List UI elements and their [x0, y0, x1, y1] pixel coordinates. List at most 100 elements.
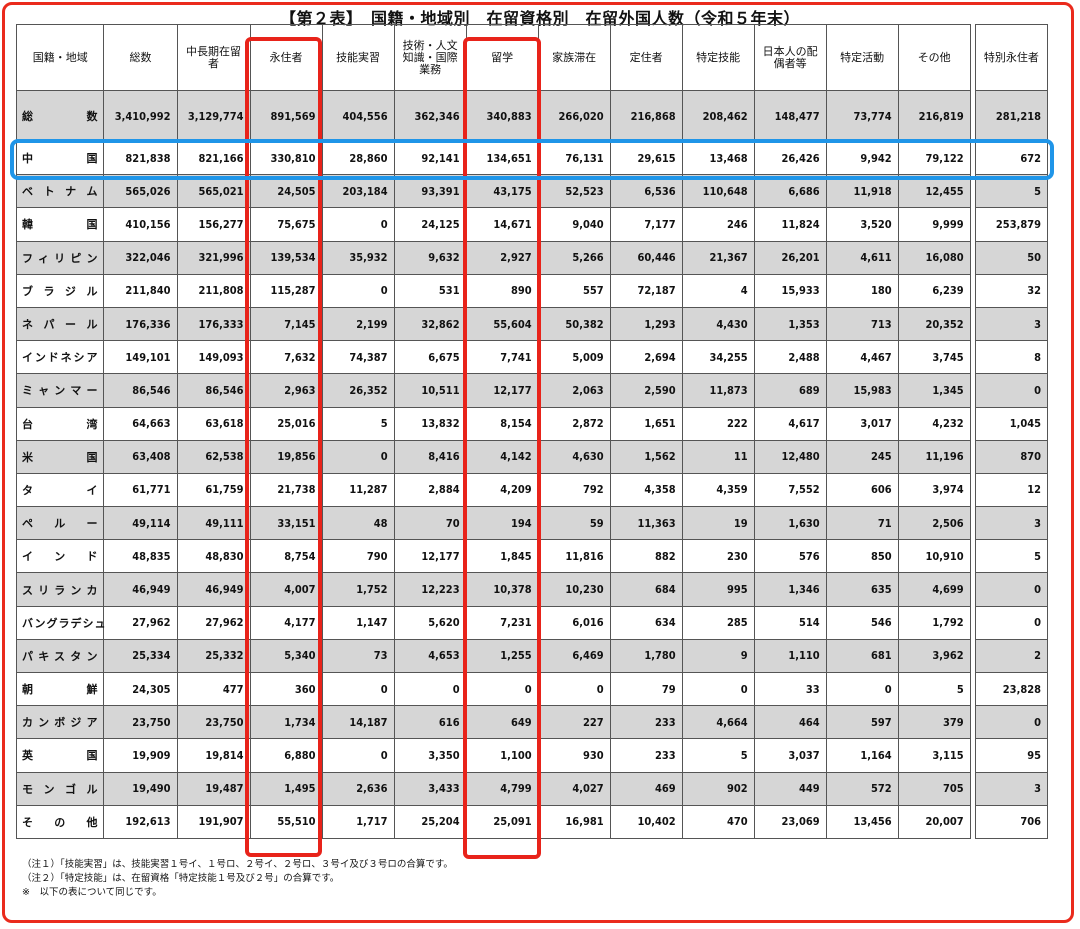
value-cell: 2,636: [321, 771, 395, 806]
value-cell: 71: [825, 506, 899, 541]
value-cell: 74,387: [321, 340, 395, 375]
value-cell: 253,879: [974, 207, 1049, 242]
value-cell: 216,819: [897, 90, 971, 142]
header-midlong: 中長期在留者: [176, 24, 251, 91]
value-cell: 4,699: [897, 572, 971, 607]
value-cell: 7,177: [609, 207, 683, 242]
china-row-highlight: [10, 139, 1054, 180]
value-cell: 0: [321, 207, 395, 242]
value-cell: 63,408: [103, 439, 178, 474]
value-cell: 15,983: [825, 373, 899, 408]
value-cell: 850: [825, 539, 899, 574]
header-engineer: 技術・人文知識・国際業務: [393, 24, 467, 91]
value-cell: 70: [393, 506, 467, 541]
value-cell: 281,218: [974, 90, 1049, 142]
value-cell: 322,046: [103, 240, 178, 275]
value-cell: 63,618: [176, 406, 251, 441]
value-cell: 27,962: [176, 605, 251, 640]
value-cell: 3,974: [897, 472, 971, 508]
value-cell: 3: [974, 771, 1049, 806]
value-cell: 50: [974, 240, 1049, 275]
header-designated: 特定活動: [825, 24, 899, 91]
value-cell: 35,932: [321, 240, 395, 275]
value-cell: 245: [825, 439, 899, 474]
value-cell: 3,129,774: [176, 90, 251, 142]
value-cell: 62,538: [176, 439, 251, 474]
region-name-cell: 朝鮮: [15, 671, 105, 707]
value-cell: 4,617: [753, 406, 827, 441]
value-cell: 684: [609, 572, 683, 607]
header-spouse: 日本人の配偶者等: [753, 24, 827, 91]
value-cell: 321,996: [176, 240, 251, 275]
value-cell: 5: [897, 671, 971, 707]
value-cell: 470: [681, 804, 755, 839]
region-name-cell: カンボジア: [15, 705, 105, 740]
header-other: その他: [897, 24, 971, 91]
value-cell: 635: [825, 572, 899, 607]
value-cell: 6,675: [393, 340, 467, 375]
value-cell: 7,552: [753, 472, 827, 508]
value-cell: 59: [537, 506, 611, 541]
value-cell: 1,045: [974, 406, 1049, 441]
value-cell: 1,630: [753, 506, 827, 541]
value-cell: 23,069: [753, 804, 827, 839]
region-name-cell: フィリピン: [15, 240, 105, 275]
value-cell: 149,101: [103, 340, 178, 375]
value-cell: 0: [321, 439, 395, 474]
value-cell: 930: [537, 738, 611, 773]
header-region: 国籍・地域: [15, 24, 105, 91]
value-cell: 2,506: [897, 506, 971, 541]
value-cell: 4,611: [825, 240, 899, 275]
value-cell: 13,832: [393, 406, 467, 441]
value-cell: 706: [974, 804, 1049, 839]
value-cell: 4,358: [609, 472, 683, 508]
value-cell: 2,488: [753, 340, 827, 375]
value-cell: 531: [393, 273, 467, 308]
value-cell: 4,467: [825, 340, 899, 375]
value-cell: 4,664: [681, 705, 755, 740]
value-cell: 15,933: [753, 273, 827, 308]
region-name-cell: その他: [15, 804, 105, 839]
value-cell: 410,156: [103, 207, 178, 242]
value-cell: 1,345: [897, 373, 971, 408]
value-cell: 6,016: [537, 605, 611, 640]
value-cell: 9,999: [897, 207, 971, 242]
value-cell: 180: [825, 273, 899, 308]
value-cell: 285: [681, 605, 755, 640]
value-cell: 882: [609, 539, 683, 574]
value-cell: 46,949: [176, 572, 251, 607]
value-cell: 379: [897, 705, 971, 740]
value-cell: 2,872: [537, 406, 611, 441]
value-cell: 0: [321, 671, 395, 707]
value-cell: 0: [321, 738, 395, 773]
value-cell: 634: [609, 605, 683, 640]
value-cell: 12,223: [393, 572, 467, 607]
value-cell: 86,546: [176, 373, 251, 408]
value-cell: 0: [974, 572, 1049, 607]
region-name-cell: 韓国: [15, 207, 105, 242]
value-cell: 5,009: [537, 340, 611, 375]
value-cell: 0: [537, 671, 611, 707]
value-cell: 23,828: [974, 671, 1049, 707]
value-cell: 469: [609, 771, 683, 806]
region-name-cell: スリランカ: [15, 572, 105, 607]
value-cell: 12: [974, 472, 1049, 508]
value-cell: 12,480: [753, 439, 827, 474]
value-cell: 11,363: [609, 506, 683, 541]
value-cell: 0: [974, 605, 1049, 640]
value-cell: 25,204: [393, 804, 467, 839]
value-cell: 4,027: [537, 771, 611, 806]
value-cell: 1,752: [321, 572, 395, 607]
value-cell: 477: [176, 671, 251, 707]
value-cell: 1,717: [321, 804, 395, 839]
region-name-cell: ミャンマー: [15, 373, 105, 408]
region-name-cell: ペルー: [15, 506, 105, 541]
value-cell: 23,750: [103, 705, 178, 740]
value-cell: 32: [974, 273, 1049, 308]
value-cell: 0: [825, 671, 899, 707]
value-cell: 191,907: [176, 804, 251, 839]
value-cell: 0: [974, 705, 1049, 740]
value-cell: 233: [609, 705, 683, 740]
value-cell: 3,350: [393, 738, 467, 773]
value-cell: 3,520: [825, 207, 899, 242]
